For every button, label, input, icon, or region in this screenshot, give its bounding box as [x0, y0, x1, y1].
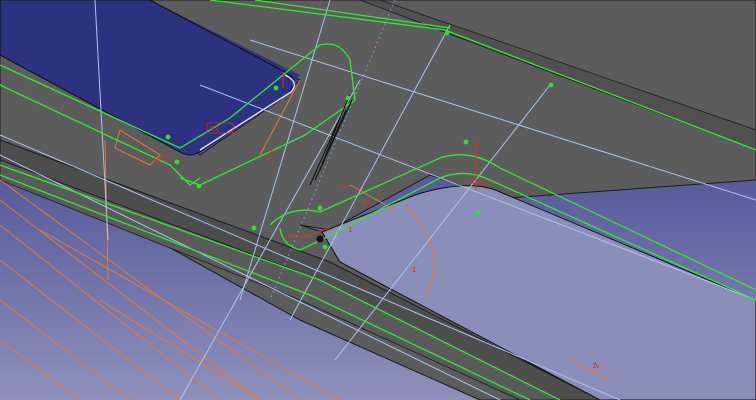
- dim-label-top: R1: [210, 125, 219, 133]
- sketch-point[interactable]: [174, 159, 180, 165]
- sketch-point[interactable]: [322, 244, 328, 250]
- sketch-point[interactable]: [251, 225, 257, 231]
- viewport-canvas[interactable]: R1 1 R2 R1 1 1: [0, 0, 756, 400]
- dim-label-left: R2: [152, 157, 161, 165]
- sketch-point[interactable]: [273, 85, 279, 91]
- sketch-point[interactable]: [345, 95, 351, 101]
- pivot-marker: [316, 235, 324, 243]
- arc-label: 1: [412, 266, 416, 274]
- dim-label-right: R1: [362, 199, 371, 207]
- dim-label-mid: 1: [348, 226, 352, 234]
- bottom-label: 1: [592, 362, 596, 370]
- 3d-viewport[interactable]: R1 1 R2 R1 1 1: [0, 0, 756, 400]
- sketch-point[interactable]: [548, 82, 554, 88]
- sketch-point[interactable]: [444, 30, 450, 36]
- sketch-point[interactable]: [196, 183, 202, 189]
- sketch-point[interactable]: [463, 139, 469, 145]
- sketch-point[interactable]: [317, 205, 323, 211]
- sketch-point[interactable]: [475, 210, 481, 216]
- sketch-point[interactable]: [165, 134, 171, 140]
